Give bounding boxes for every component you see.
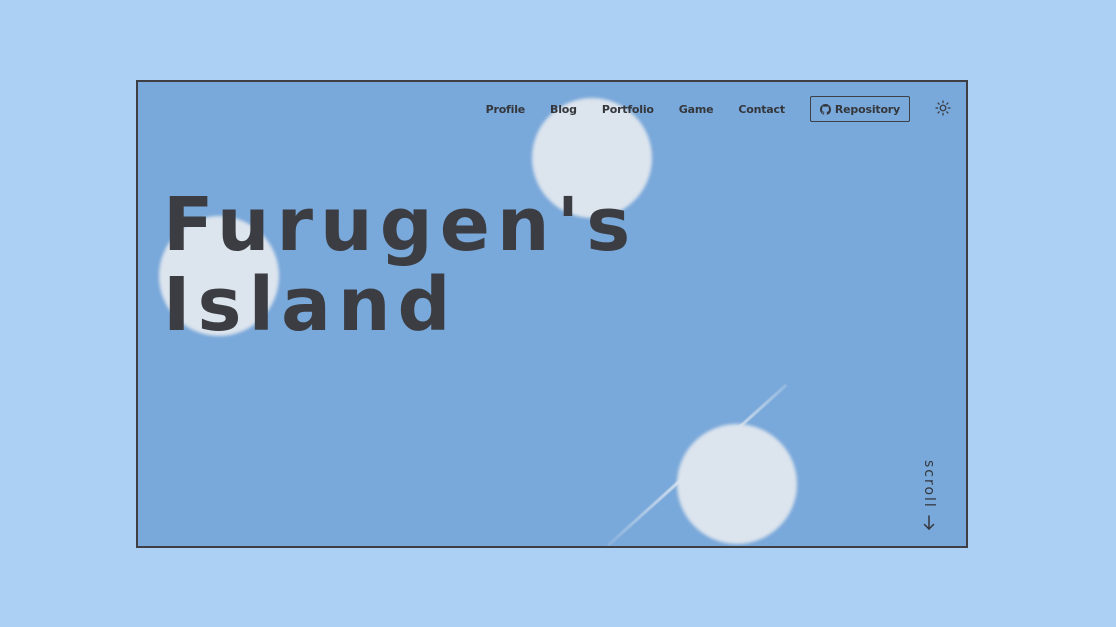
repository-button[interactable]: Repository [809, 96, 910, 122]
hero-title-line-2: Island [163, 262, 458, 348]
nav-link-contact[interactable]: Contact [738, 103, 785, 116]
nav-link-portfolio[interactable]: Portfolio [602, 103, 654, 116]
nav-link-blog[interactable]: Blog [550, 103, 577, 116]
nav-link-profile[interactable]: Profile [486, 103, 526, 116]
github-icon [819, 103, 831, 115]
hero-frame: Profile Blog Portfolio Game Contact Repo… [136, 80, 968, 548]
scroll-label: scroll [921, 460, 937, 509]
top-navigation: Profile Blog Portfolio Game Contact Repo… [486, 96, 952, 122]
repository-label: Repository [834, 102, 900, 116]
sun-icon [935, 99, 951, 119]
hero-title: Furugen's Island [163, 185, 637, 345]
hero-title-line-1: Furugen's [163, 182, 638, 268]
decorative-bubble [677, 424, 797, 544]
scroll-indicator[interactable]: scroll [921, 460, 937, 536]
nav-link-game[interactable]: Game [679, 103, 714, 116]
theme-toggle-button[interactable] [934, 99, 952, 119]
arrow-down-icon [923, 515, 935, 536]
